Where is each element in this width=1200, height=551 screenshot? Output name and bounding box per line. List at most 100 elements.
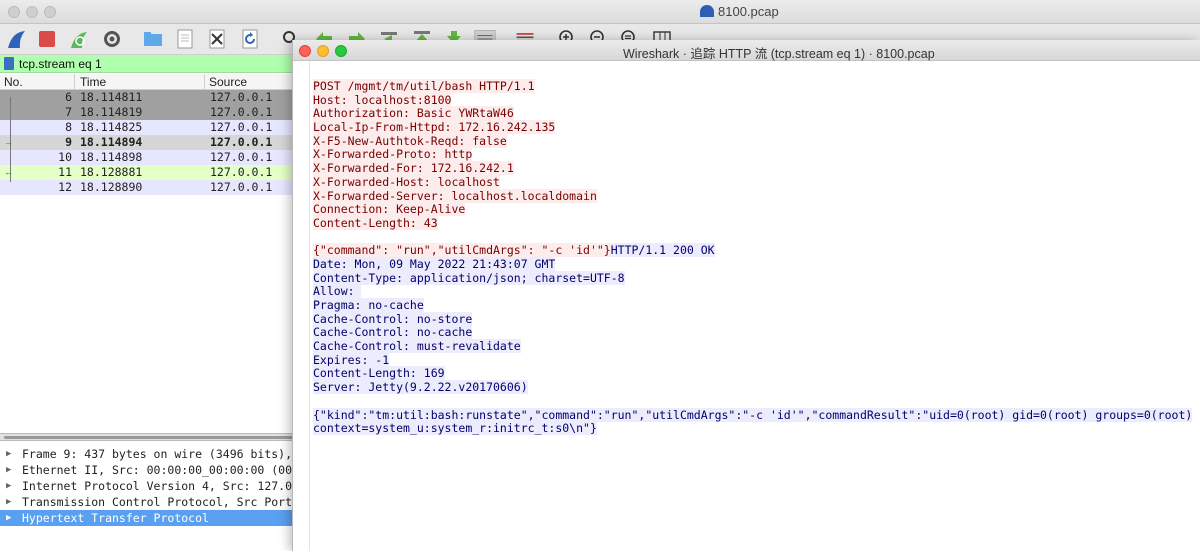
packet-source: 127.0.0.1 [210, 165, 273, 179]
packet-source: 127.0.0.1 [210, 120, 273, 134]
pane-splitter[interactable] [0, 433, 300, 441]
packet-time: 18.114898 [80, 150, 143, 164]
packet-number: 8 [65, 120, 72, 134]
minimize-window-button[interactable] [26, 6, 38, 18]
detail-row-http[interactable]: ▶ Hypertext Transfer Protocol [0, 510, 300, 526]
request-arrow-icon: → [4, 137, 13, 147]
detail-row-frame[interactable]: ▶ Frame 9: 437 bytes on wire (3496 bits),… [0, 446, 300, 462]
reload-file-icon[interactable] [239, 28, 261, 50]
shark-fin-start-icon[interactable] [6, 28, 28, 50]
zoom-window-button[interactable] [44, 6, 56, 18]
packet-time: 18.114819 [80, 105, 143, 119]
packet-source: 127.0.0.1 [210, 150, 273, 164]
follow-window-title: Wireshark · 追踪 HTTP 流 (tcp.stream eq 1) … [623, 47, 935, 61]
packet-row-selected[interactable]: 9 18.114894 127.0.0.1 [0, 135, 300, 150]
response-header: Cache-Control: no-cache [313, 325, 473, 340]
response-body-line: context=system_u:system_r:initrc_t:s0\n"… [313, 421, 597, 436]
restart-fin-icon[interactable] [68, 28, 90, 50]
main-titlebar: 8100.pcap [0, 0, 1200, 24]
response-header: Server: Jetty(9.2.22.v20170606) [313, 380, 528, 395]
close-window-button[interactable] [8, 6, 20, 18]
packet-source: 127.0.0.1 [210, 90, 273, 104]
response-header: Date: Mon, 09 May 2022 21:43:07 GMT [313, 256, 556, 271]
request-body: {"command": "run","utilCmdArgs": "-c 'id… [313, 243, 611, 258]
splitter-handle[interactable] [4, 436, 294, 439]
column-separator[interactable] [204, 74, 205, 90]
packet-time: 18.114825 [80, 120, 143, 134]
expand-triangle-icon[interactable]: ▶ [6, 510, 11, 526]
response-header: Allow: [313, 284, 362, 299]
column-separator[interactable] [74, 74, 75, 90]
packet-source: 127.0.0.1 [210, 105, 273, 119]
display-filter-input[interactable]: tcp.stream eq 1 [19, 57, 102, 71]
follow-http-stream-window: Wireshark · 追踪 HTTP 流 (tcp.stream eq 1) … [292, 40, 1200, 551]
packet-number: 10 [58, 150, 72, 164]
packet-source: 127.0.0.1 [210, 135, 273, 149]
request-line: POST /mgmt/tm/util/bash HTTP/1.1 [313, 79, 535, 93]
zoom-window-button[interactable] [335, 45, 347, 57]
request-header: X-F5-New-Authtok-Reqd: false [313, 133, 507, 148]
packet-row[interactable]: 12 18.128890 127.0.0.1 [0, 180, 300, 195]
detail-row-ethernet[interactable]: ▶ Ethernet II, Src: 00:00:00_00:00:00 (00… [0, 462, 300, 478]
follow-window-titlebar: Wireshark · 追踪 HTTP 流 (tcp.stream eq 1) … [293, 40, 1200, 61]
packet-number: 12 [58, 180, 72, 194]
wireshark-fin-icon [700, 5, 714, 17]
detail-row-ipv4[interactable]: ▶ Internet Protocol Version 4, Src: 127.0… [0, 478, 300, 494]
capture-options-gear-icon[interactable] [101, 28, 123, 50]
expand-triangle-icon[interactable]: ▶ [6, 462, 11, 478]
close-window-button[interactable] [299, 45, 311, 57]
response-header: Content-Length: 169 [313, 366, 445, 381]
packet-list: 6 18.114811 127.0.0.1 7 18.114819 127.0.0.1 … [0, 90, 300, 195]
response-header: Cache-Control: must-revalidate [313, 339, 521, 354]
detail-row-tcp[interactable]: ▶ Transmission Control Protocol, Src Port… [0, 494, 300, 510]
packet-row[interactable]: 11 18.128881 127.0.0.1 [0, 165, 300, 180]
response-status-line: HTTP/1.1 200 OK [610, 243, 715, 258]
response-header: Expires: -1 [313, 352, 390, 367]
packet-number: 6 [65, 90, 72, 104]
packet-number: 11 [58, 165, 72, 179]
request-header: Authorization: Basic YWRtaW46 [313, 106, 514, 121]
column-header-source[interactable]: Source [209, 75, 247, 89]
packet-list-header: No. Time Source [0, 74, 300, 90]
packet-row[interactable]: 6 18.114811 127.0.0.1 [0, 90, 300, 105]
request-header: X-Forwarded-For: 172.16.242.1 [313, 161, 514, 176]
response-body-line: {"kind":"tm:util:bash:runstate","command… [313, 407, 1193, 422]
packet-details-tree: ▶ Frame 9: 437 bytes on wire (3496 bits),… [0, 446, 300, 526]
stream-content[interactable]: POST /mgmt/tm/util/bash HTTP/1.1 Host: l… [309, 61, 1200, 551]
packet-number: 9 [65, 135, 72, 149]
packet-number: 7 [65, 105, 72, 119]
response-header: Pragma: no-cache [313, 298, 424, 312]
expand-triangle-icon[interactable]: ▶ [6, 478, 11, 494]
request-headers: POST /mgmt/tm/util/bash HTTP/1.1 Host: l… [313, 79, 1200, 231]
column-header-time[interactable]: Time [80, 75, 106, 89]
packet-row[interactable]: 7 18.114819 127.0.0.1 [0, 105, 300, 120]
request-header: Connection: Keep-Alive [313, 202, 466, 217]
request-header: X-Forwarded-Host: localhost [313, 174, 500, 189]
packet-time: 18.114811 [80, 90, 143, 104]
response-arrow-icon: ← [4, 167, 13, 177]
response-header: Cache-Control: no-store [313, 311, 473, 326]
packet-source: 127.0.0.1 [210, 180, 273, 194]
file-icon[interactable] [174, 28, 196, 50]
packet-time: 18.114894 [80, 135, 143, 149]
packet-time: 18.128890 [80, 180, 143, 194]
open-folder-icon[interactable] [142, 28, 164, 50]
response-headers: Date: Mon, 09 May 2022 21:43:07 GMT Cont… [313, 256, 1200, 395]
response-header: Content-Type: application/json; charset=… [313, 270, 625, 285]
request-header: Content-Length: 43 [313, 215, 438, 230]
close-file-icon[interactable] [206, 28, 228, 50]
column-header-no[interactable]: No. [4, 75, 23, 89]
request-header: X-Forwarded-Proto: http [313, 147, 473, 162]
request-header: Local-Ip-From-Httpd: 172.16.242.135 [313, 120, 556, 135]
display-filter-bar[interactable]: tcp.stream eq 1 [0, 55, 300, 73]
packet-time: 18.128881 [80, 165, 143, 179]
stop-square-icon[interactable] [36, 28, 58, 50]
request-header: Host: localhost:8100 [313, 92, 452, 107]
request-header: X-Forwarded-Server: localhost.localdomai… [313, 188, 597, 203]
packet-row[interactable]: 10 18.114898 127.0.0.1 [0, 150, 300, 165]
minimize-window-button[interactable] [317, 45, 329, 57]
packet-row[interactable]: 8 18.114825 127.0.0.1 [0, 120, 300, 135]
expand-triangle-icon[interactable]: ▶ [6, 446, 11, 462]
bookmark-icon[interactable] [4, 57, 14, 70]
expand-triangle-icon[interactable]: ▶ [6, 494, 11, 510]
